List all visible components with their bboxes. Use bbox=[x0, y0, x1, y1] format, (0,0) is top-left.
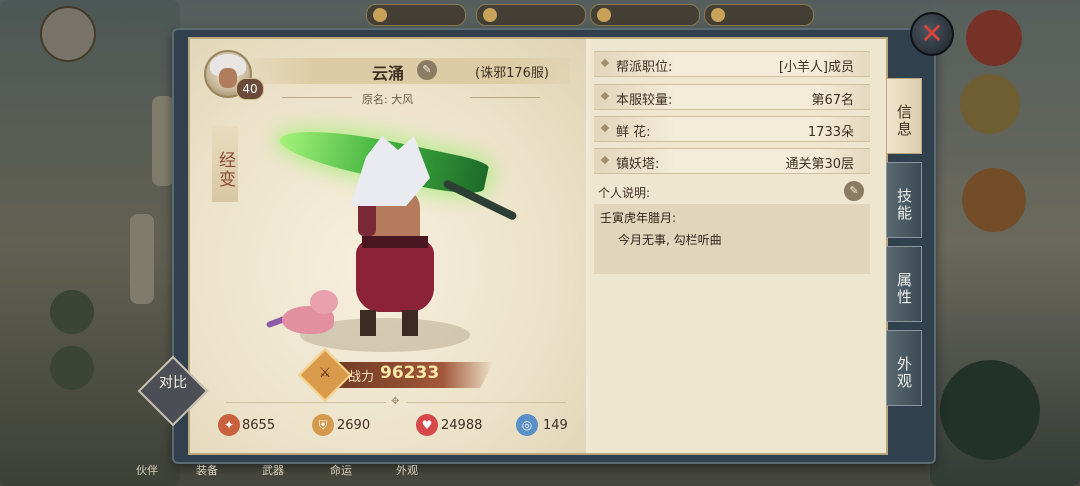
stat-attack-value: 8655 bbox=[242, 418, 276, 433]
divider bbox=[406, 402, 566, 403]
side-label[interactable]: 经变 bbox=[212, 126, 238, 202]
info-label: 帮派职位: bbox=[616, 60, 673, 75]
bottom-nav-item[interactable]: 武器 bbox=[262, 462, 284, 478]
close-icon: ✕ bbox=[920, 17, 944, 50]
character-sash bbox=[362, 236, 428, 248]
edit-name-icon[interactable]: ✎ bbox=[417, 60, 437, 80]
resource-pill-2 bbox=[476, 4, 586, 26]
resource-pill-4 bbox=[704, 4, 814, 26]
bottom-nav-item[interactable]: 装备 bbox=[196, 462, 218, 478]
close-button[interactable]: ✕ bbox=[910, 12, 954, 56]
bottom-nav-item[interactable]: 伙伴 bbox=[136, 462, 158, 478]
info-label: 鲜 花: bbox=[616, 125, 651, 140]
player-name: 云涌 bbox=[372, 64, 405, 83]
info-value: 第67名 bbox=[811, 93, 854, 108]
stat-health-value: 24988 bbox=[441, 418, 483, 433]
info-label: 本服较量: bbox=[616, 93, 673, 108]
tab-appearance[interactable]: 外观 bbox=[886, 330, 922, 406]
bottom-nav-item[interactable]: 外观 bbox=[396, 462, 418, 478]
bio-text: 今月无事, 勾栏听曲 bbox=[618, 233, 722, 247]
bio-title: 个人说明: bbox=[598, 186, 651, 200]
divider-ornament: ✥ bbox=[391, 396, 400, 407]
server-name: (诛邪176服) bbox=[475, 66, 549, 81]
defense-icon: ⛨ bbox=[312, 414, 334, 436]
character-leg bbox=[402, 310, 418, 336]
compare-button-label[interactable]: 对比 bbox=[158, 374, 188, 392]
info-value: 1733朵 bbox=[807, 125, 854, 140]
divider bbox=[470, 97, 540, 98]
bio-text: 壬寅虎年腊月: bbox=[600, 211, 677, 225]
tab-attributes[interactable]: 属性 bbox=[886, 246, 922, 322]
tab-skills[interactable]: 技能 bbox=[886, 162, 922, 238]
info-row-guild-position: 帮派职位: [小羊人]成员 bbox=[594, 51, 870, 77]
level-badge: 40 bbox=[236, 78, 264, 100]
speed-icon: ◎ bbox=[516, 414, 538, 436]
info-row-server-rank: 本服较量: 第67名 bbox=[594, 84, 870, 110]
attack-icon: ✦ bbox=[218, 414, 240, 436]
tab-info[interactable]: 信息 bbox=[886, 78, 922, 154]
character-pants bbox=[356, 240, 434, 312]
character-leg bbox=[360, 310, 376, 336]
info-value: 通关第30层 bbox=[785, 157, 854, 172]
edit-bio-icon[interactable]: ✎ bbox=[844, 181, 864, 201]
resource-pill-1 bbox=[366, 4, 466, 26]
bottom-nav-item[interactable]: 命运 bbox=[330, 462, 352, 478]
combat-power-icon: ⚔ bbox=[318, 365, 332, 381]
divider bbox=[282, 97, 352, 98]
stat-speed-value: 149 bbox=[543, 418, 568, 433]
health-icon: ♥ bbox=[416, 414, 438, 436]
combat-power-value: 96233 bbox=[380, 363, 440, 383]
original-name: 原名: 大风 bbox=[362, 93, 414, 106]
pet-cat-head bbox=[310, 290, 338, 314]
info-value: [小羊人]成员 bbox=[778, 60, 854, 75]
info-row-demon-tower: 镇妖塔: 通关第30层 bbox=[594, 148, 870, 174]
resource-pill-3 bbox=[590, 4, 700, 26]
stat-defense-value: 2690 bbox=[337, 418, 371, 433]
combat-power-label: 战力 bbox=[348, 370, 375, 385]
info-row-flowers: 鲜 花: 1733朵 bbox=[594, 116, 870, 142]
divider bbox=[226, 402, 386, 403]
info-label: 镇妖塔: bbox=[616, 157, 660, 172]
